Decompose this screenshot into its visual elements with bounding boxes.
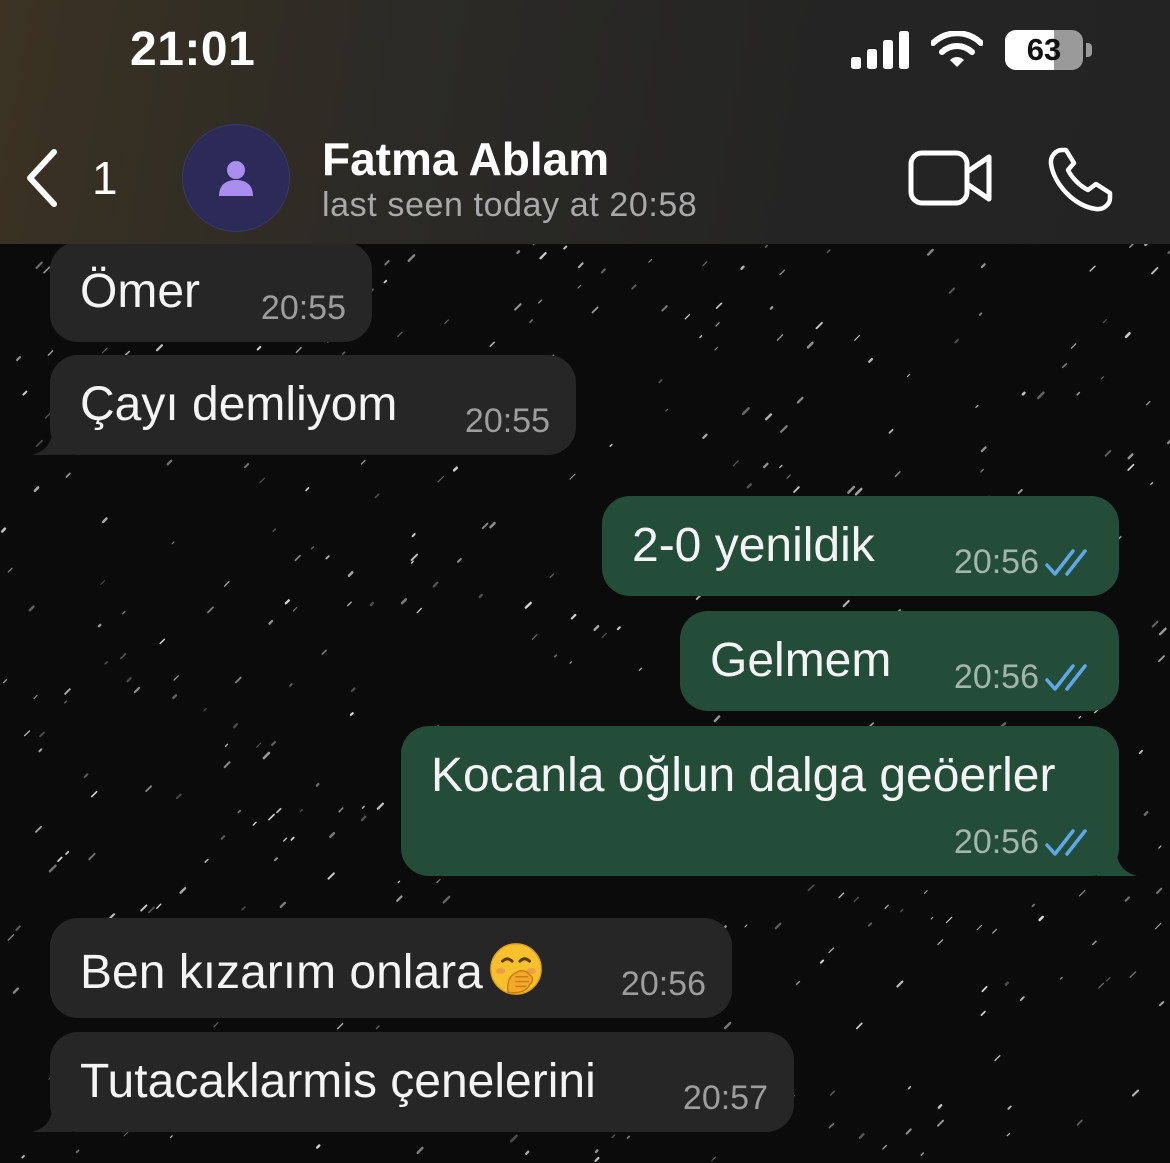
- double-check-icon: [1045, 663, 1087, 691]
- bubble-tail: [32, 1102, 72, 1132]
- message-time: 20:55: [464, 402, 550, 440]
- message-meta: 20:55: [465, 402, 550, 441]
- back-button[interactable]: 1: [22, 138, 118, 218]
- double-check-icon: [1045, 828, 1087, 856]
- incoming-message[interactable]: Tutacaklarmis çenelerini 20:57: [32, 1032, 794, 1132]
- status-time: 21:01: [130, 23, 256, 76]
- message-time: 20:57: [682, 1079, 768, 1117]
- message-text: Tutacaklarmis çenelerini: [80, 1055, 596, 1108]
- status-icons: 63: [851, 28, 1092, 72]
- message-meta: 20:55: [261, 289, 346, 328]
- message-text: Gelmem: [710, 634, 892, 687]
- message-meta: 20:57: [683, 1079, 768, 1118]
- incoming-message[interactable]: Ben kızarım onlara 20:56: [50, 918, 732, 1018]
- message-time: 20:56: [953, 823, 1039, 861]
- message-text: Ömer: [80, 265, 200, 318]
- battery-icon: 63: [1005, 30, 1083, 70]
- last-seen-status: last seen today at 20:58: [322, 186, 698, 224]
- contact-name[interactable]: Fatma Ablam: [322, 132, 609, 186]
- message-time: 20:55: [260, 289, 346, 327]
- message-meta: 20:56: [954, 658, 1093, 697]
- wifi-icon: [931, 31, 983, 67]
- message-text: 2-0 yenildik: [632, 519, 875, 572]
- outgoing-message[interactable]: Kocanla oğlun dalga geöerler 20:56: [401, 726, 1137, 876]
- outgoing-message[interactable]: Gelmem 20:56: [680, 611, 1119, 711]
- message-text: Kocanla oğlun dalga geöerler: [431, 749, 1056, 802]
- message-time: 20:56: [620, 965, 706, 1003]
- outgoing-message[interactable]: 2-0 yenildik 20:56: [602, 496, 1119, 596]
- signal-icon: [851, 31, 909, 69]
- message-meta: 20:56: [954, 823, 1093, 862]
- face-with-hand-over-mouth-icon: [489, 943, 542, 995]
- double-check-icon: [1045, 548, 1087, 576]
- phone-icon[interactable]: [1046, 146, 1114, 214]
- bubble-tail: [32, 425, 72, 455]
- avatar[interactable]: [182, 124, 290, 232]
- message-text: Çayı demliyom: [80, 378, 398, 431]
- battery-nub: [1086, 43, 1092, 57]
- message-time: 20:56: [953, 543, 1039, 581]
- bubble-tail: [1097, 846, 1137, 876]
- message-meta: 20:56: [954, 543, 1093, 582]
- message-time: 20:56: [953, 658, 1039, 696]
- battery-percentage: 63: [1026, 32, 1062, 67]
- incoming-message[interactable]: Ömer 20:55: [50, 242, 372, 342]
- back-chevron-icon: [27, 149, 57, 207]
- unread-count: 1: [92, 152, 118, 204]
- message-meta: 20:56: [621, 965, 706, 1004]
- incoming-message[interactable]: Çayı demliyom 20:55: [32, 355, 576, 455]
- chat-header: 21:01 63 1 Fatma Ablam last seen today a…: [0, 0, 1170, 244]
- message-text: Ben kızarım onlara: [80, 940, 545, 1000]
- person-icon: [219, 161, 253, 196]
- video-call-icon[interactable]: [907, 148, 993, 210]
- message-text-content: Ben kızarım onlara: [80, 946, 483, 999]
